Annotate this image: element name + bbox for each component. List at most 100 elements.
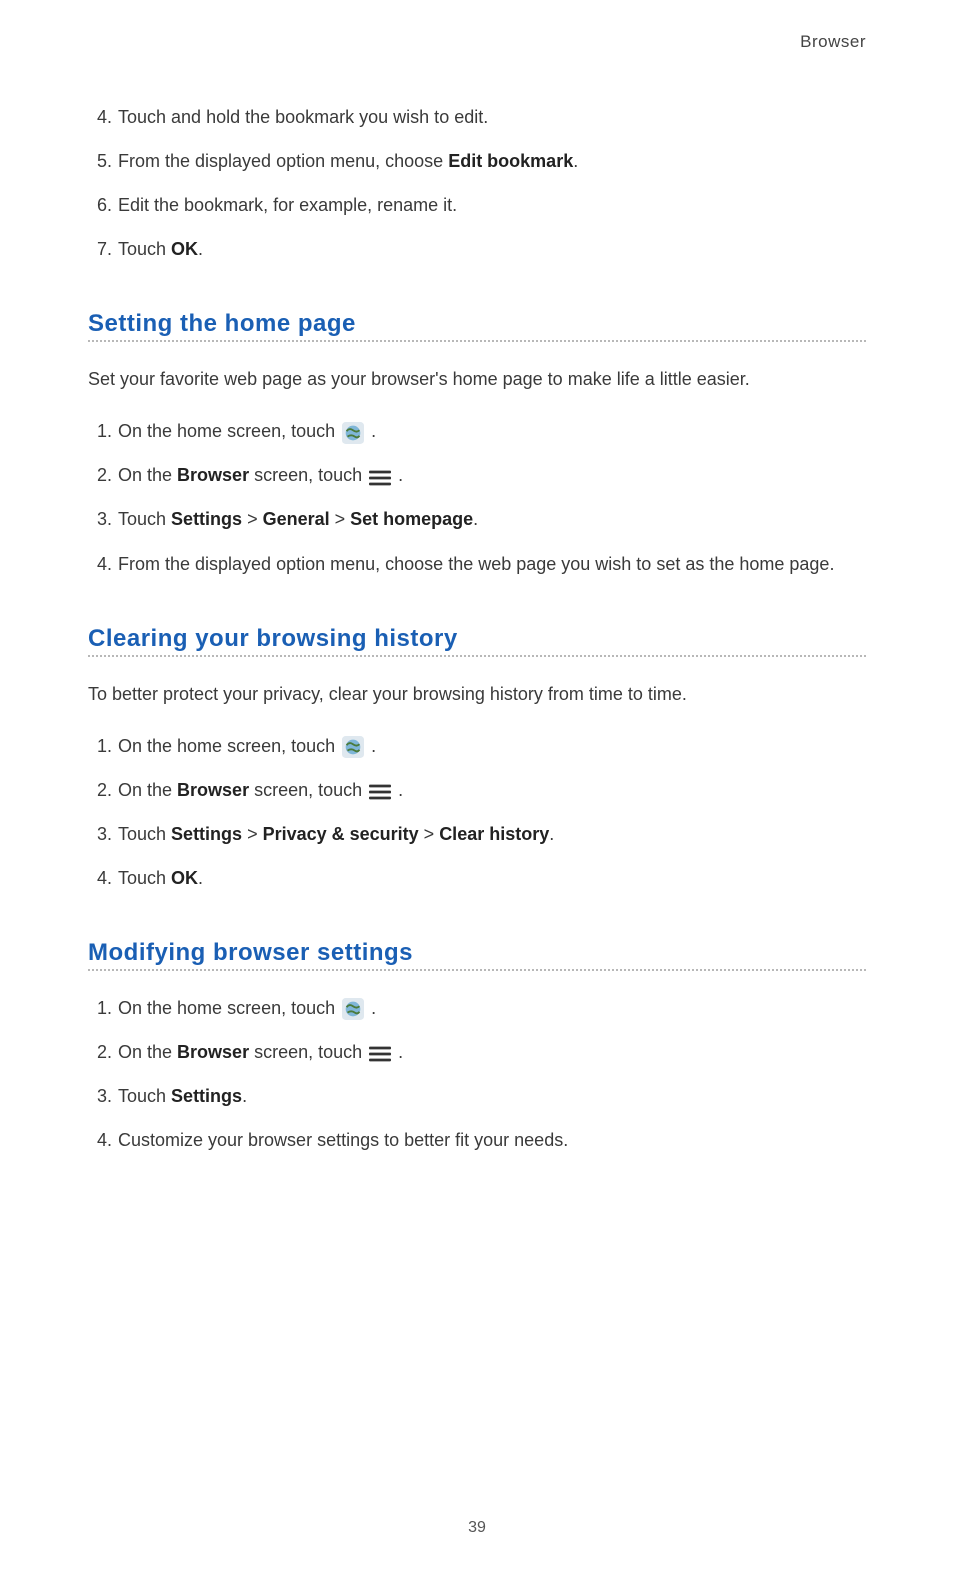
step-text: From the displayed option menu, choose t…: [116, 551, 866, 577]
step-5: 5. From the displayed option menu, choos…: [88, 148, 866, 174]
step-text: On the home screen, touch .: [116, 995, 866, 1021]
divider: [88, 340, 866, 342]
text-span: .: [371, 736, 376, 756]
text-span: .: [549, 824, 554, 844]
bold-span: Settings: [171, 509, 242, 529]
text-span: .: [398, 1042, 403, 1062]
text-span: screen, touch: [249, 780, 367, 800]
step-1: 1. On the home screen, touch .: [88, 733, 866, 759]
intro-homepage: Set your favorite web page as your brows…: [88, 366, 866, 394]
step-number: 1.: [88, 418, 112, 444]
header-title: Browser: [88, 32, 866, 52]
edit-bookmark-steps: 4. Touch and hold the bookmark you wish …: [88, 104, 866, 262]
step-6: 6. Edit the bookmark, for example, renam…: [88, 192, 866, 218]
text-span: Touch: [118, 1086, 171, 1106]
text-span: On the home screen, touch: [118, 998, 340, 1018]
text-span: On the: [118, 780, 177, 800]
step-text: Touch OK.: [116, 865, 866, 891]
text-span: >: [419, 824, 440, 844]
step-number: 2.: [88, 777, 112, 803]
text-span: .: [198, 239, 203, 259]
step-number: 1.: [88, 733, 112, 759]
step-number: 3.: [88, 1083, 112, 1109]
step-text: Touch and hold the bookmark you wish to …: [116, 104, 866, 130]
text-span: .: [371, 998, 376, 1018]
step-text: On the Browser screen, touch .: [116, 1039, 866, 1065]
text-span: >: [242, 509, 263, 529]
bold-span: Browser: [177, 465, 249, 485]
step-text: From the displayed option menu, choose E…: [116, 148, 866, 174]
text-span: On the: [118, 1042, 177, 1062]
step-4: 4. Touch and hold the bookmark you wish …: [88, 104, 866, 130]
step-number: 2.: [88, 1039, 112, 1065]
heading-homepage: Setting the home page: [88, 310, 866, 338]
text-span: Touch: [118, 868, 171, 888]
step-text: Touch Settings.: [116, 1083, 866, 1109]
bold-span: Set homepage: [350, 509, 473, 529]
bold-span: Settings: [171, 824, 242, 844]
bold-span: Clear history: [439, 824, 549, 844]
text-span: screen, touch: [249, 1042, 367, 1062]
bold-span: Browser: [177, 1042, 249, 1062]
step-3: 3. Touch Settings.: [88, 1083, 866, 1109]
step-number: 1.: [88, 995, 112, 1021]
step-3: 3. Touch Settings > Privacy & security >…: [88, 821, 866, 847]
text-span: .: [371, 421, 376, 441]
step-2: 2. On the Browser screen, touch .: [88, 777, 866, 803]
step-number: 3.: [88, 506, 112, 532]
step-text: Touch OK.: [116, 236, 866, 262]
browser-globe-icon: [342, 422, 364, 444]
text-span: On the home screen, touch: [118, 736, 340, 756]
bold-span: Settings: [171, 1086, 242, 1106]
text-span: .: [398, 780, 403, 800]
step-2: 2. On the Browser screen, touch .: [88, 462, 866, 488]
step-4: 4. From the displayed option menu, choos…: [88, 551, 866, 577]
step-text: Touch Settings > General > Set homepage.: [116, 506, 866, 532]
step-text: Edit the bookmark, for example, rename i…: [116, 192, 866, 218]
intro-history: To better protect your privacy, clear yo…: [88, 681, 866, 709]
step-text: On the home screen, touch .: [116, 418, 866, 444]
text-span: On the home screen, touch: [118, 421, 340, 441]
step-text: Touch Settings > Privacy & security > Cl…: [116, 821, 866, 847]
step-number: 2.: [88, 462, 112, 488]
step-number: 3.: [88, 821, 112, 847]
step-1: 1. On the home screen, touch .: [88, 995, 866, 1021]
text-span: Touch: [118, 509, 171, 529]
bold-span: Privacy & security: [263, 824, 419, 844]
text-span: >: [330, 509, 351, 529]
step-3: 3. Touch Settings > General > Set homepa…: [88, 506, 866, 532]
text-span: screen, touch: [249, 465, 367, 485]
bold-span: General: [263, 509, 330, 529]
history-steps: 1. On the home screen, touch . 2. On the…: [88, 733, 866, 891]
text-span: Touch: [118, 239, 171, 259]
step-2: 2. On the Browser screen, touch .: [88, 1039, 866, 1065]
browser-globe-icon: [342, 736, 364, 758]
step-number: 4.: [88, 865, 112, 891]
step-text: On the home screen, touch .: [116, 733, 866, 759]
step-text: Customize your browser settings to bette…: [116, 1127, 866, 1153]
page-number: 39: [0, 1519, 954, 1537]
bold-span: Browser: [177, 780, 249, 800]
text-span: .: [398, 465, 403, 485]
modify-steps: 1. On the home screen, touch . 2. On the…: [88, 995, 866, 1153]
menu-icon: [369, 782, 391, 800]
step-1: 1. On the home screen, touch .: [88, 418, 866, 444]
bold-span: Edit bookmark: [448, 151, 573, 171]
text-span: .: [473, 509, 478, 529]
heading-modify: Modifying browser settings: [88, 939, 866, 967]
step-number: 5.: [88, 148, 112, 174]
text-span: On the: [118, 465, 177, 485]
step-number: 7.: [88, 236, 112, 262]
bold-span: OK: [171, 239, 198, 259]
text-span: From the displayed option menu, choose: [118, 151, 448, 171]
step-number: 4.: [88, 104, 112, 130]
homepage-steps: 1. On the home screen, touch . 2. On the…: [88, 418, 866, 576]
step-4: 4. Customize your browser settings to be…: [88, 1127, 866, 1153]
step-7: 7. Touch OK.: [88, 236, 866, 262]
step-number: 4.: [88, 551, 112, 577]
step-text: On the Browser screen, touch .: [116, 777, 866, 803]
text-span: .: [242, 1086, 247, 1106]
step-number: 6.: [88, 192, 112, 218]
divider: [88, 655, 866, 657]
text-span: .: [573, 151, 578, 171]
